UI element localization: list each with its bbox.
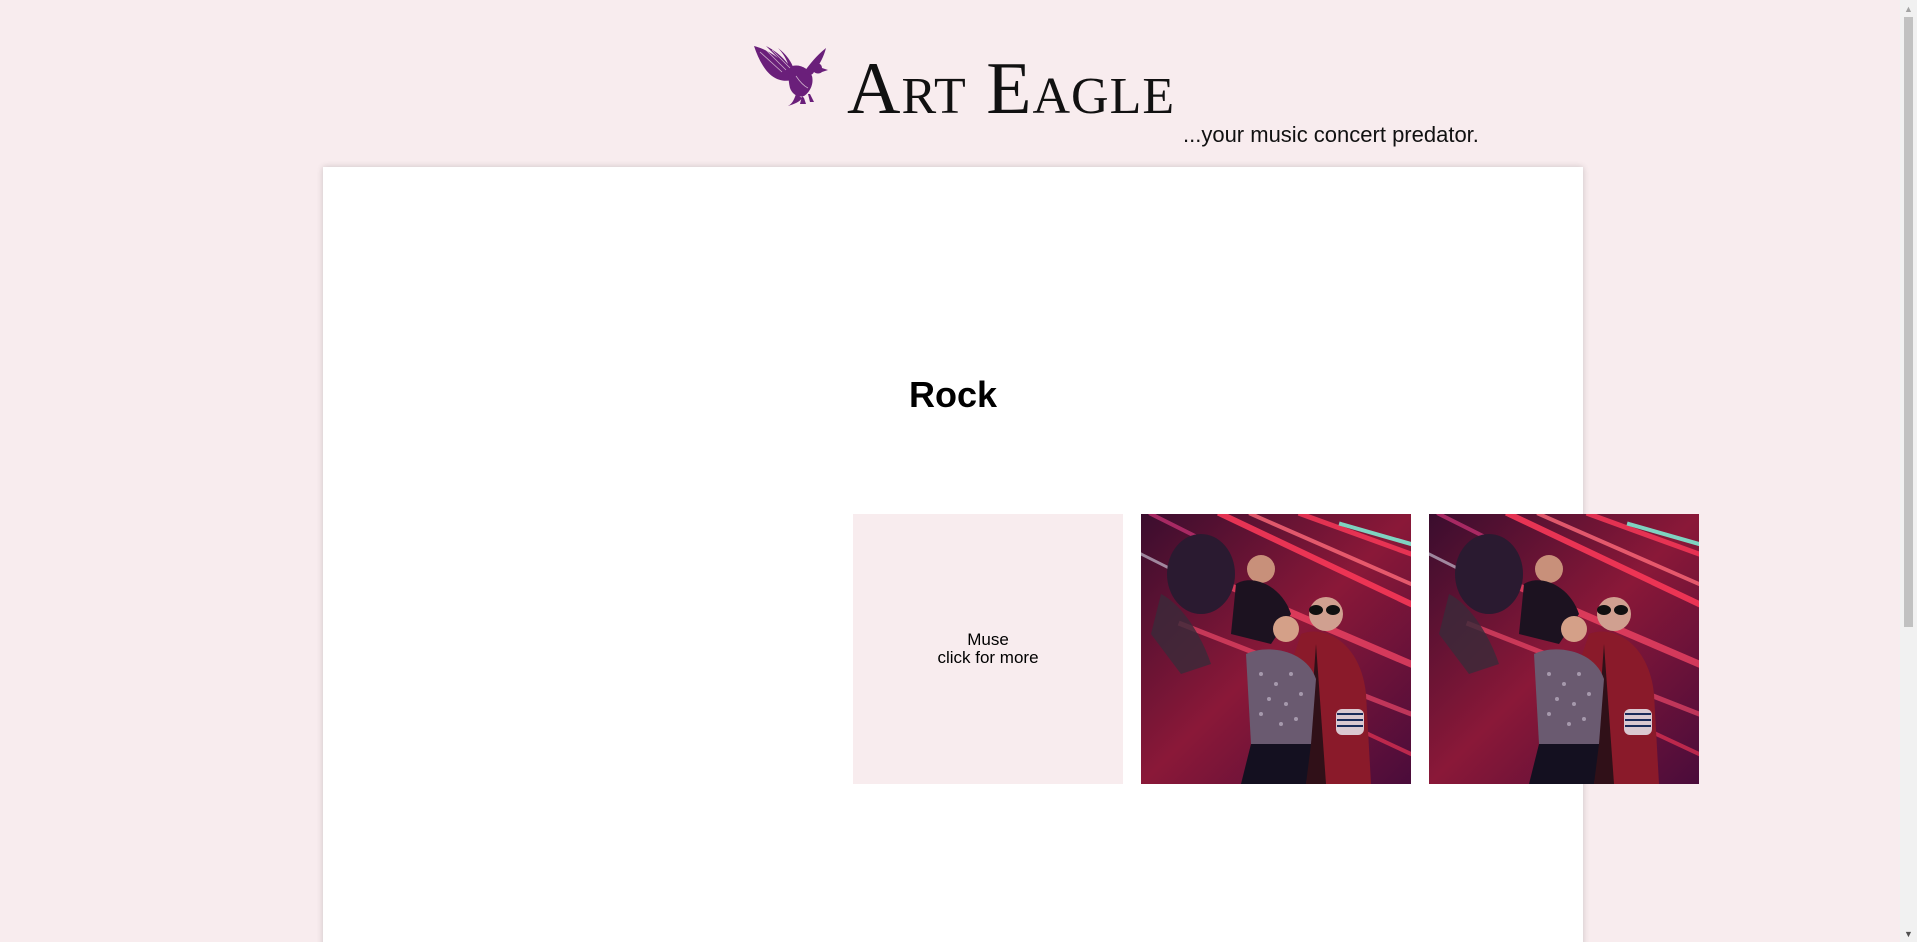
band-photo <box>1141 514 1411 784</box>
scroll-thumb[interactable] <box>1904 17 1913 627</box>
scroll-up-arrow-icon[interactable]: ▲ <box>1900 0 1917 17</box>
band-photo-tile[interactable] <box>1141 514 1411 784</box>
brand[interactable]: Art Eagle <box>752 40 1175 126</box>
scroll-down-arrow-icon[interactable]: ▼ <box>1900 925 1917 942</box>
content-card: Rock Muse click for more <box>323 167 1699 942</box>
category-title: Rock <box>908 374 998 415</box>
site-tagline: ...your music concert predator. <box>1183 122 1479 147</box>
site-header: Art Eagle ...your music concert predator… <box>0 0 1900 165</box>
band-grid: Muse click for more <box>853 514 1699 784</box>
band-photo <box>1429 514 1699 784</box>
band-name: Muse <box>967 630 1009 649</box>
click-for-more-label: click for more <box>937 648 1039 667</box>
eagle-icon <box>752 42 832 106</box>
site-title[interactable]: Art Eagle <box>847 52 1175 126</box>
vertical-scrollbar[interactable]: ▲ ▼ <box>1900 0 1917 942</box>
band-photo-tile[interactable] <box>1429 514 1699 784</box>
band-tile-muse[interactable]: Muse click for more <box>853 514 1123 784</box>
